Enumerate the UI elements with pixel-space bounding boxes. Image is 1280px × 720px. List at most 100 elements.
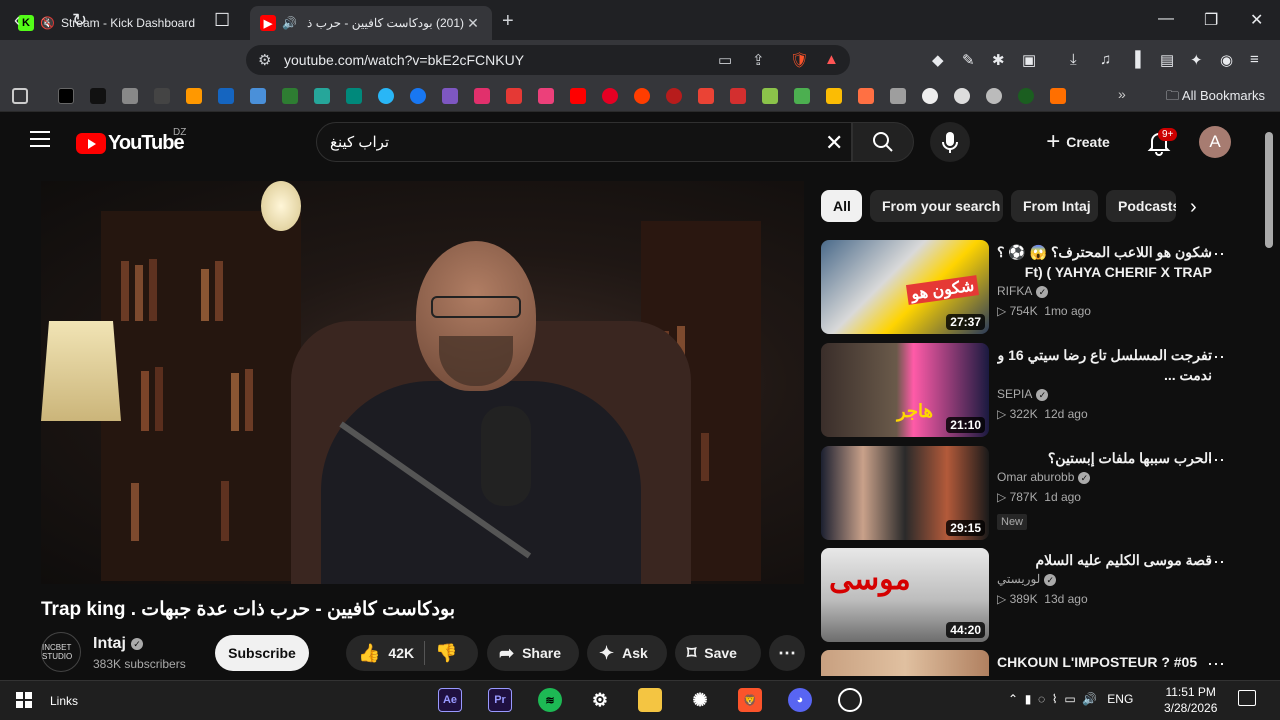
telegram-bookmark-icon[interactable] — [378, 88, 394, 104]
save-button[interactable]: ⌑ Save — [675, 635, 761, 671]
pinterest-bookmark-icon[interactable] — [602, 88, 618, 104]
more-actions-button[interactable]: ⋯ — [769, 635, 805, 671]
bookmark-icon[interactable] — [346, 88, 362, 104]
bookmark-icon[interactable] — [922, 88, 938, 104]
bookmark-icon[interactable] — [730, 88, 746, 104]
taskbar-clock[interactable]: 11:51 PM 3/28/2026 — [1164, 684, 1217, 716]
bookmark-icon[interactable] — [1050, 88, 1066, 104]
input-language[interactable]: ENG — [1107, 692, 1133, 706]
restore-button[interactable]: ❐ — [1204, 10, 1218, 30]
chip-podcasts[interactable]: Podcasts — [1106, 190, 1176, 222]
minimize-button[interactable]: — — [1158, 10, 1174, 28]
vpn-icon[interactable]: ◉ — [1220, 51, 1233, 69]
more-vertical-icon[interactable]: ⋯ — [1207, 450, 1226, 471]
settings-gear-icon[interactable]: ⚙ — [588, 688, 612, 712]
wallet-icon[interactable]: ▤ — [1160, 51, 1174, 69]
brave-shields-icon[interactable]: 🛡 — [790, 51, 809, 69]
video-title[interactable]: شكون هو اللاعب المحترف؟ 😱 ⚽ ؟ Ft) ( YAHY… — [997, 242, 1212, 282]
address-bar[interactable]: ⚙ youtube.com/watch?v=bkE2cFCNKUY ▭ ⇪ 🛡 … — [246, 45, 850, 75]
create-button[interactable]: + Create — [1032, 122, 1124, 162]
more-vertical-icon[interactable]: ⋯ — [1207, 552, 1226, 573]
video-thumbnail[interactable] — [821, 650, 989, 676]
channel-name[interactable]: SEPIA ✓ — [997, 387, 1049, 401]
x-bookmark-icon[interactable] — [58, 88, 74, 104]
drive-bookmark-icon[interactable] — [826, 88, 842, 104]
apps-grid-icon[interactable] — [12, 88, 28, 104]
forward-button[interactable]: › — [44, 10, 50, 30]
leo-ai-icon[interactable]: ✦ — [1190, 51, 1203, 69]
like-icon[interactable]: 👍 — [358, 643, 380, 664]
tiktok-bookmark-icon[interactable] — [90, 88, 106, 104]
close-window-button[interactable]: ✕ — [1250, 10, 1263, 30]
facebook-bookmark-icon[interactable] — [410, 88, 426, 104]
channel-avatar[interactable]: INCBET STUDIO — [41, 632, 81, 672]
youtube-logo[interactable]: YouTube — [76, 132, 185, 155]
bookmark-icon[interactable] — [858, 88, 874, 104]
bookmark-icon[interactable] — [794, 88, 810, 104]
back-button[interactable]: ‹ — [14, 10, 20, 30]
recommendation-card[interactable]: 29:15 الحرب سببها ملفات إبستين؟ Omar abu… — [821, 446, 1241, 540]
new-tab-button[interactable]: + — [502, 10, 514, 33]
video-title[interactable]: الحرب سببها ملفات إبستين؟ — [997, 448, 1212, 468]
bookmark-icon[interactable] — [634, 88, 650, 104]
all-bookmarks[interactable]: 🗀 All Bookmarks — [1166, 87, 1265, 109]
search-input[interactable] — [316, 122, 852, 162]
bookmark-icon[interactable] — [890, 88, 906, 104]
eyedropper-icon[interactable]: ✎ — [962, 51, 975, 69]
bookmark-icon[interactable] — [762, 88, 778, 104]
more-bookmarks-icon[interactable]: » — [1118, 86, 1134, 102]
bookmark-icon[interactable] — [538, 88, 554, 104]
file-explorer-icon[interactable] — [638, 688, 662, 712]
bookmark-icon[interactable] — [506, 88, 522, 104]
recommendation-card[interactable]: هاجر 21:10 تفرجت المسلسل تاع رضا سيتي 16… — [821, 343, 1241, 437]
share-button[interactable]: ➦ Share — [487, 635, 579, 671]
bookmark-icon[interactable] — [442, 88, 458, 104]
chevron-right-icon[interactable]: › — [1190, 196, 1197, 219]
chip-all[interactable]: All — [821, 190, 862, 222]
obs-icon[interactable] — [838, 688, 862, 712]
extensions-puzzle-icon[interactable]: ✱ — [992, 51, 1005, 69]
account-avatar[interactable]: A — [1199, 126, 1231, 158]
screenshot-icon[interactable]: ▣ — [1022, 51, 1036, 69]
downloads-icon[interactable]: ⤓ — [1070, 51, 1077, 68]
system-tray[interactable]: ⌃ ▮ ◌ ⌇ ▭ 🔊 ENG — [1008, 692, 1133, 706]
search-button[interactable] — [852, 122, 914, 162]
channel-name[interactable]: RIFKA ✓ — [997, 284, 1049, 298]
menu-icon[interactable]: ≡ — [1250, 51, 1259, 68]
instagram-bookmark-icon[interactable] — [474, 88, 490, 104]
bookmark-icon[interactable] — [282, 88, 298, 104]
more-vertical-icon[interactable]: ⋯ — [1207, 244, 1226, 265]
bookmark-icon[interactable] — [314, 88, 330, 104]
windows-start-icon[interactable] — [16, 692, 32, 708]
bookmark-icon[interactable] — [154, 88, 170, 104]
bookmark-icon[interactable] — [954, 88, 970, 104]
bookmark-icon[interactable] — [250, 88, 266, 104]
gmail-bookmark-icon[interactable] — [698, 88, 714, 104]
bookmark-icon[interactable] — [218, 88, 234, 104]
chip-from-your-search[interactable]: From your search — [870, 190, 1003, 222]
video-player[interactable] — [41, 181, 804, 584]
close-tab-icon[interactable]: ✕ — [464, 15, 482, 32]
recommendation-card[interactable]: CHKOUN L'IMPOSTEUR ? #05 ⋯ — [821, 650, 1241, 676]
after-effects-icon[interactable]: Ae — [438, 688, 462, 712]
spotify-icon[interactable]: ≋ — [538, 688, 562, 712]
bookmark-icon[interactable] — [122, 88, 138, 104]
recommendation-card[interactable]: موسى 44:20 قصة موسى الكليم عليه السلام ل… — [821, 548, 1241, 642]
bookmark-page-icon[interactable]: ☐ — [214, 10, 230, 30]
url-text[interactable]: youtube.com/watch?v=bkE2cFCNKUY — [284, 52, 524, 68]
dislike-icon[interactable]: 👎 — [435, 643, 457, 664]
hamburger-menu-icon[interactable] — [30, 131, 50, 152]
discord-icon[interactable]: ◕ — [788, 688, 812, 712]
tab-youtube[interactable]: ▶ 🔊 (201) بودكاست كافيين - حرب ذ ✕ — [250, 6, 492, 40]
ask-button[interactable]: ✦ Ask — [587, 635, 667, 671]
voice-search-button[interactable] — [930, 122, 970, 162]
extension-icon[interactable]: ◆ — [932, 51, 944, 69]
clear-search-icon[interactable]: ✕ — [825, 130, 843, 156]
search-query[interactable]: تراب كينغ — [330, 133, 389, 151]
more-vertical-icon[interactable]: ⋯ — [1207, 347, 1226, 368]
youtube-bookmark-icon[interactable] — [570, 88, 586, 104]
reload-button[interactable]: ↻ — [72, 10, 87, 30]
speaker-icon[interactable]: 🔊 — [282, 16, 297, 30]
chatgpt-icon[interactable]: ✺ — [688, 688, 712, 712]
video-thumbnail[interactable]: 29:15 — [821, 446, 989, 540]
